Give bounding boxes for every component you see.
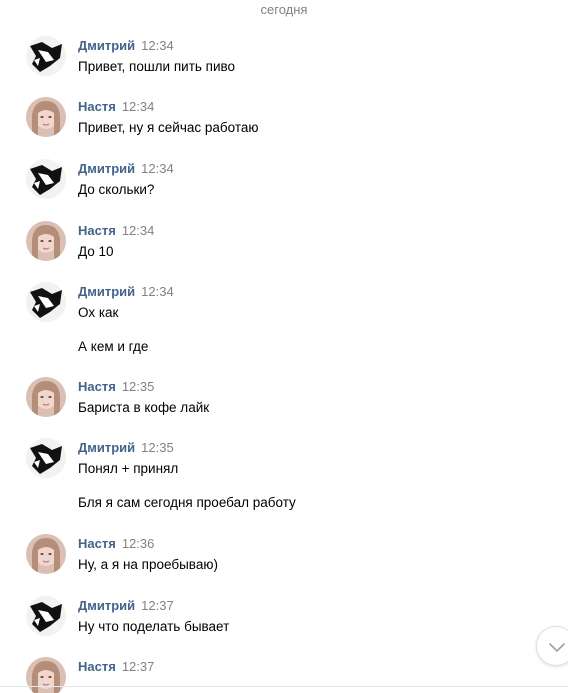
dmitry-avatar[interactable] — [26, 282, 66, 322]
composer-divider — [0, 686, 568, 687]
dmitry-avatar[interactable] — [26, 159, 66, 199]
message-text: Бариста в кофе лайк — [78, 400, 210, 415]
nastya-avatar[interactable] — [26, 657, 66, 693]
author-name[interactable]: Дмитрий — [78, 284, 135, 299]
nastya-avatar[interactable] — [26, 97, 66, 137]
message-text: Ну, а я на проебываю) — [78, 557, 218, 572]
message-header: Настя 12:35 — [78, 379, 154, 395]
author-name[interactable]: Настя — [78, 223, 116, 238]
message-time[interactable]: 12:34 — [122, 99, 155, 114]
message-time[interactable]: 12:34 — [122, 223, 155, 238]
message-time[interactable]: 12:35 — [122, 379, 155, 394]
message-text: Привет, пошли пить пиво — [78, 59, 236, 74]
day-separator: сегодня — [260, 2, 308, 17]
message-time[interactable]: 12:35 — [141, 440, 174, 455]
message-header: Настя 12:37 — [78, 659, 154, 675]
message-text: До 10 — [78, 244, 114, 259]
message-time[interactable]: 12:36 — [122, 536, 155, 551]
dmitry-avatar[interactable] — [26, 438, 66, 478]
message-text: А кем и где — [78, 339, 149, 354]
author-name[interactable]: Настя — [78, 379, 116, 394]
chevron-down-icon — [549, 643, 565, 652]
message-text: До скольки? — [78, 182, 155, 197]
scroll-down-button[interactable] — [536, 626, 568, 666]
message-text: Привет, ну я сейчас работаю — [78, 120, 259, 135]
message-time[interactable]: 12:34 — [141, 284, 174, 299]
author-name[interactable]: Дмитрий — [78, 440, 135, 455]
nastya-avatar[interactable] — [26, 534, 66, 574]
message-header: Дмитрий 12:34 — [78, 161, 174, 177]
nastya-avatar[interactable] — [26, 221, 66, 261]
message-header: Настя 12:34 — [78, 99, 154, 115]
author-name[interactable]: Настя — [78, 536, 116, 551]
message-text: Ох как — [78, 305, 119, 320]
message-time[interactable]: 12:37 — [141, 598, 174, 613]
message-time[interactable]: 12:37 — [122, 659, 155, 674]
author-name[interactable]: Дмитрий — [78, 38, 135, 53]
chat-history[interactable]: сегодня Дмитрий 12:34 Привет, пошли пить … — [0, 0, 568, 693]
message-header: Дмитрий 12:35 — [78, 440, 174, 456]
message-text: Бля я сам сегодня проебал работу — [78, 495, 296, 510]
message-time[interactable]: 12:34 — [141, 161, 174, 176]
message-header: Дмитрий 12:37 — [78, 598, 174, 614]
message-header: Настя 12:34 — [78, 223, 154, 239]
dmitry-avatar[interactable] — [26, 36, 66, 76]
author-name[interactable]: Настя — [78, 659, 116, 674]
message-header: Настя 12:36 — [78, 536, 154, 552]
message-time[interactable]: 12:34 — [141, 38, 174, 53]
message-header: Дмитрий 12:34 — [78, 284, 174, 300]
author-name[interactable]: Дмитрий — [78, 598, 135, 613]
author-name[interactable]: Дмитрий — [78, 161, 135, 176]
message-header: Дмитрий 12:34 — [78, 38, 174, 54]
message-text: Ну что поделать бывает — [78, 619, 230, 634]
author-name[interactable]: Настя — [78, 99, 116, 114]
message-text: Понял + принял — [78, 461, 179, 476]
nastya-avatar[interactable] — [26, 377, 66, 417]
dmitry-avatar[interactable] — [26, 596, 66, 636]
